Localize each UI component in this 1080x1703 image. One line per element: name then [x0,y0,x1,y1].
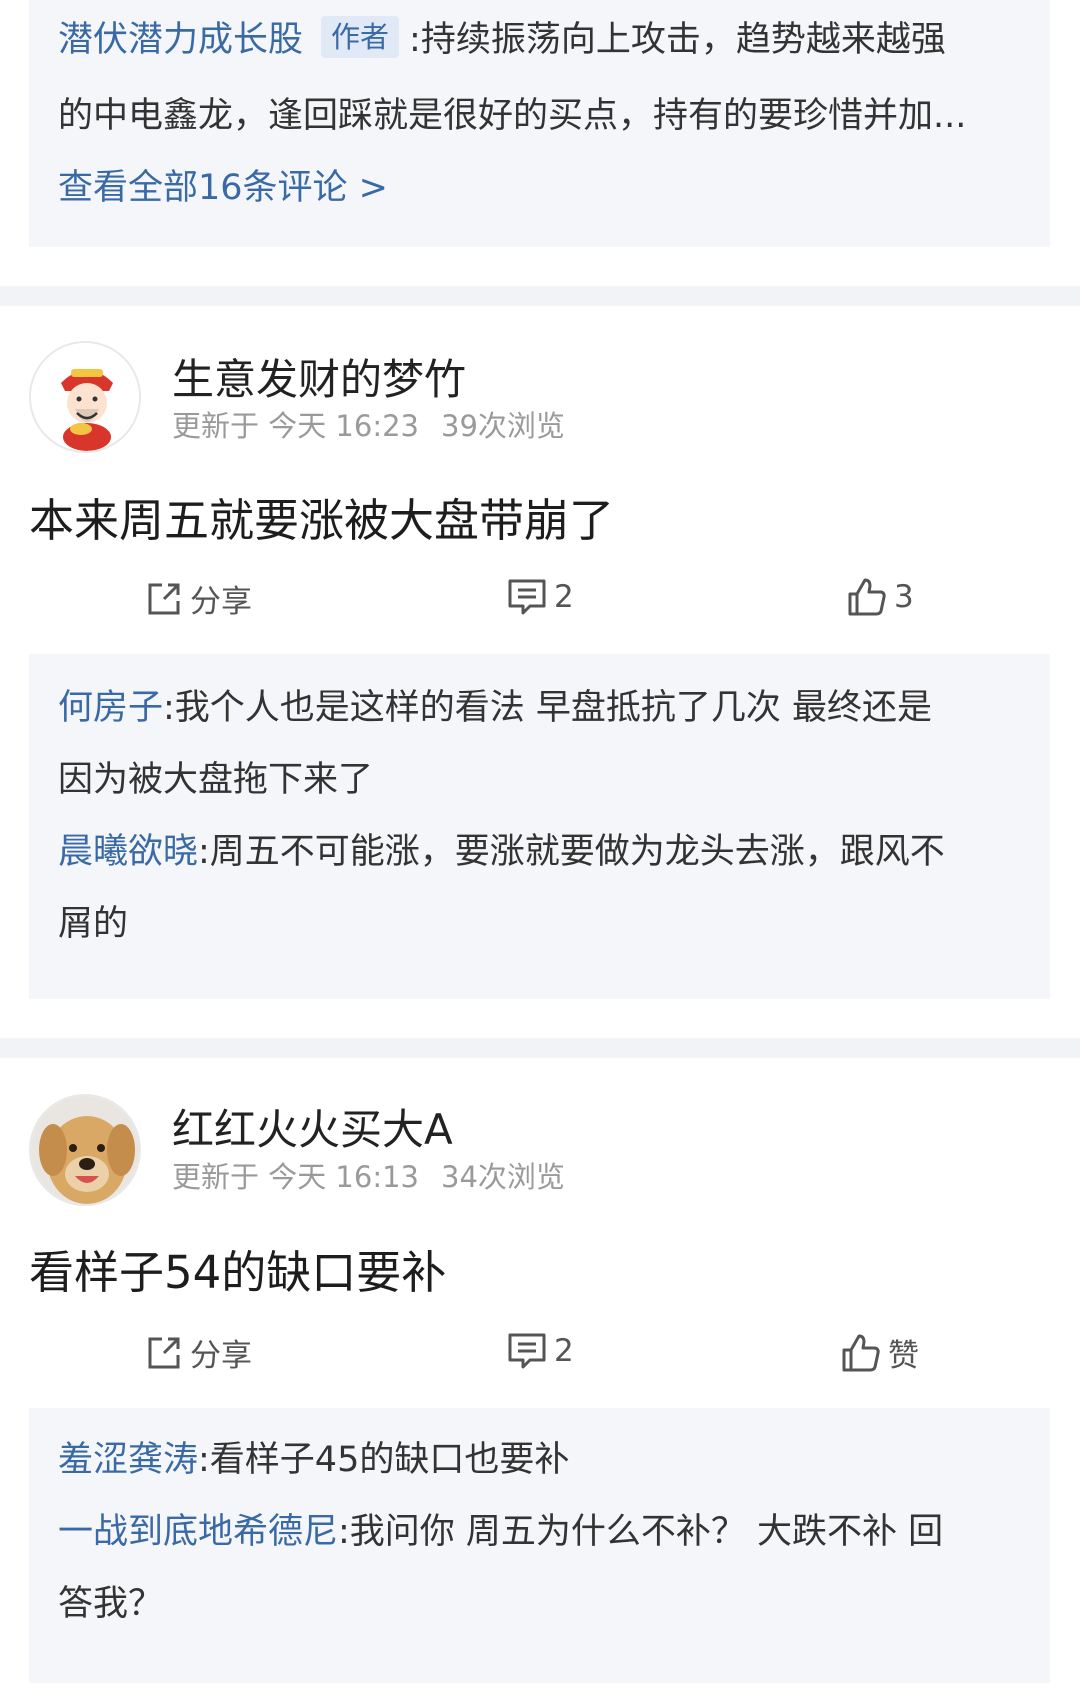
comment-box: 何房子:我个人也是这样的看法 早盘抵抗了几次 最终还是 因为被大盘拖下来了 晨曦… [29,654,1050,999]
thumbs-up-icon [842,1334,880,1371]
avatar[interactable] [29,341,141,453]
divider [0,1038,1080,1058]
commenter-name[interactable]: 潜伏潜力成长股 [58,20,303,60]
avatar[interactable] [29,1094,141,1206]
comment-text: :周五不可能涨，要涨就要做为龙头去涨，跟风不 [198,832,945,872]
comment-text: :持续振荡向上攻击，趋势越来越强 [409,20,946,60]
dog-avatar-icon [31,1096,139,1204]
like-label: 赞 [888,1338,919,1374]
commenter-name[interactable]: 羞涩龚涛 [58,1440,198,1480]
comment-line: 因为被大盘拖下来了 [58,744,1021,816]
comment-text: :我问你 周五为什么不补？ 大跌不补 回 [338,1512,944,1552]
post-meta: 更新于 今天 16:13 34次浏览 [172,1154,565,1196]
share-icon [148,1337,180,1368]
commenter-name[interactable]: 何房子 [58,688,163,728]
comment-count: 2 [554,1333,574,1369]
fortune-god-avatar-icon [31,343,139,451]
post-content[interactable]: 本来周五就要涨被大盘带崩了 [29,484,614,549]
comment-line: 何房子:我个人也是这样的看法 早盘抵抗了几次 最终还是 [58,672,1021,744]
share-button[interactable]: 分享 [144,576,252,621]
thumbs-up-icon [848,578,886,616]
updated-time: 更新于 今天 16:13 [172,1160,420,1194]
comment-line: 一战到底地希德尼:我问你 周五为什么不补？ 大跌不补 回 [58,1496,1021,1568]
share-icon [148,583,180,614]
share-label: 分享 [190,1338,252,1374]
like-button[interactable]: 3 [846,576,914,618]
share-label: 分享 [190,584,252,620]
share-button[interactable]: 分享 [144,1330,252,1375]
comment-icon [508,1333,546,1369]
comment-line: 羞涩龚涛:看样子45的缺口也要补 [58,1424,1021,1496]
comment-line: 屑的 [58,888,1021,960]
comment-text: 因为被大盘拖下来了 [58,760,374,800]
comment-line: 潜伏潜力成长股 作者:持续振荡向上攻击，趋势越来越强 [58,0,1021,80]
comment-count: 2 [554,579,574,615]
view-count: 34次浏览 [441,1160,565,1194]
divider [0,286,1080,306]
comment-line: 答我？ [58,1568,1021,1640]
comment-box: 羞涩龚涛:看样子45的缺口也要补 一战到底地希德尼:我问你 周五为什么不补？ 大… [29,1408,1050,1683]
comment-button[interactable]: 2 [506,576,574,618]
like-count: 3 [894,579,914,615]
post-card: 红红火火买大A 更新于 今天 16:13 34次浏览 看样子54的缺口要补 分享 … [0,1058,1080,1703]
post-content[interactable]: 看样子54的缺口要补 [29,1236,446,1301]
user-name[interactable]: 红红火火买大A [172,1096,453,1157]
post-meta: 更新于 今天 16:23 39次浏览 [172,403,565,445]
comment-text: 屑的 [58,904,129,944]
comment-box-previous: 潜伏潜力成长股 作者:持续振荡向上攻击，趋势越来越强 的中电鑫龙，逢回踩就是很好的… [29,0,1050,247]
commenter-name[interactable]: 晨曦欲晓 [58,832,198,872]
comment-line: 的中电鑫龙，逢回踩就是很好的买点，持有的要珍惜并加... [58,80,1021,152]
comment-text: 的中电鑫龙，逢回踩就是很好的买点，持有的要珍惜并加... [58,96,967,136]
author-tag: 作者 [321,16,400,58]
commenter-name[interactable]: 一战到底地希德尼 [58,1512,338,1552]
comment-text: 答我？ [58,1584,164,1624]
comment-icon [508,579,546,615]
like-button[interactable]: 赞 [840,1330,919,1375]
comment-button[interactable]: 2 [506,1330,574,1372]
view-count: 39次浏览 [441,409,565,443]
comment-text: :我个人也是这样的看法 早盘抵抗了几次 最终还是 [163,688,933,728]
user-name[interactable]: 生意发财的梦竹 [172,346,466,407]
view-all-comments-link[interactable]: 查看全部16条评论 > [58,152,1021,224]
comment-text: :看样子45的缺口也要补 [198,1440,570,1480]
updated-time: 更新于 今天 16:23 [172,409,420,443]
comment-line: 晨曦欲晓:周五不可能涨，要涨就要做为龙头去涨，跟风不 [58,816,1021,888]
post-card: 生意发财的梦竹 更新于 今天 16:23 39次浏览 本来周五就要涨被大盘带崩了 … [0,306,1080,1036]
